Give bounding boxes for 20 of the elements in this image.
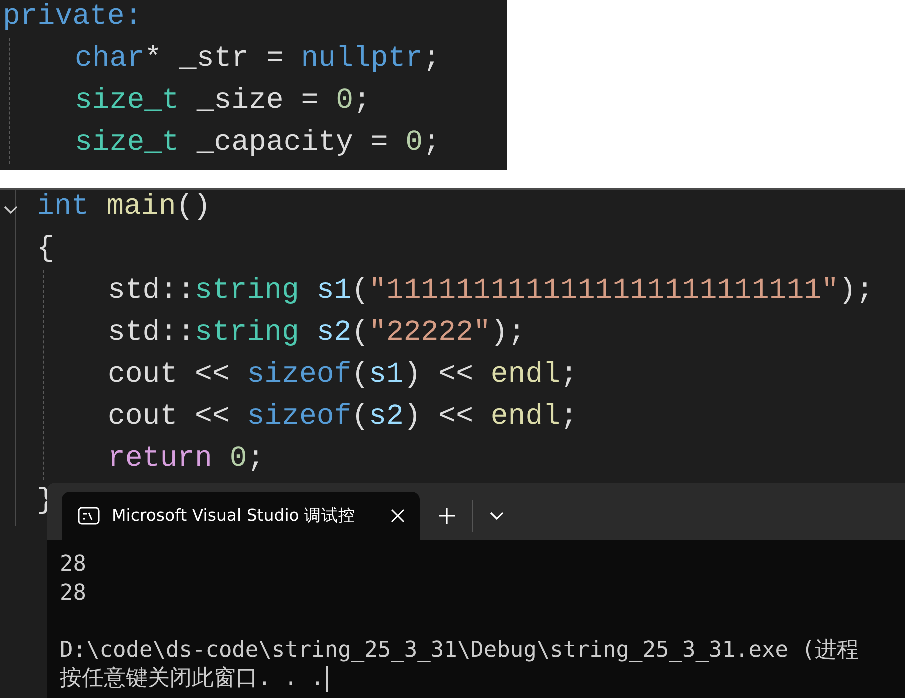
code-line: { — [37, 231, 54, 267]
code-line: size_t _size = 0; — [75, 83, 371, 119]
plus-icon[interactable] — [438, 507, 456, 525]
terminal-icon — [78, 507, 100, 525]
code-line: cout << sizeof(s2) << endl; — [108, 399, 578, 435]
code-line: int main() — [37, 190, 212, 225]
console-text: 按任意键关闭此窗口. . . — [60, 666, 324, 691]
console-text: D:\code\ds-code\string_25_3_31\Debug\string_25_3_31.exe (进程 — [60, 638, 859, 662]
code-line: std::string s2("22222"); — [108, 315, 526, 351]
code-line: private: — [3, 0, 142, 35]
code-line: size_t _capacity = 0; — [75, 125, 440, 161]
code-line: std::string s1("1111111111111111111111111"); — [108, 273, 874, 309]
code-line: return 0; — [108, 441, 265, 477]
console-text: 28 — [60, 552, 86, 577]
console-text: 28 — [60, 580, 86, 606]
terminal-tab[interactable]: Microsoft Visual Studio 调试控 — [62, 492, 420, 540]
text-cursor — [326, 666, 328, 692]
code-line: char* _str = nullptr; — [75, 41, 440, 77]
close-icon[interactable] — [390, 508, 406, 524]
code-line: cout << sizeof(s1) << endl; — [108, 357, 578, 393]
